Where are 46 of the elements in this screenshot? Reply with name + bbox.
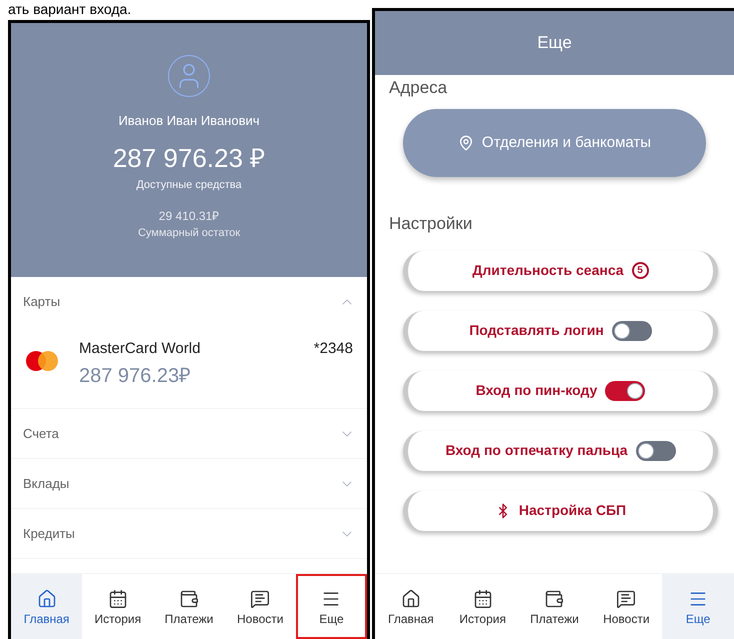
nav-tab[interactable]: Главная: [375, 574, 447, 639]
card-amount: 287 976.23₽: [79, 364, 192, 388]
settings-button[interactable]: Вход по отпечатку пальца: [403, 430, 718, 470]
calendar-icon: [108, 588, 128, 608]
chat-icon: [616, 588, 636, 608]
settings-button[interactable]: Подставлять логин: [403, 310, 718, 350]
settings-button[interactable]: Длительность сеанса 5: [403, 250, 718, 290]
nav-tab[interactable]: Еще: [662, 574, 734, 639]
nav-tab[interactable]: Новости: [224, 574, 296, 639]
section-title: Адреса: [389, 78, 448, 97]
settings-button[interactable]: Вход по пин-коду: [403, 370, 718, 410]
nav-tab[interactable]: История: [82, 574, 154, 639]
avatar-icon: [168, 55, 210, 97]
nav-tab[interactable]: История: [446, 574, 519, 639]
toggle-switch[interactable]: [612, 320, 652, 340]
screen-title: Еще: [537, 32, 572, 54]
section-header[interactable]: Кредиты: [11, 509, 367, 558]
nav-tab[interactable]: Новости: [590, 574, 662, 639]
toggle-switch[interactable]: [636, 440, 676, 460]
section-title: Настройки: [389, 213, 474, 235]
nav-tab[interactable]: Платежи: [153, 574, 225, 639]
card-name: MasterCard World: [79, 339, 202, 359]
user-name: Иванов Иван Иванович: [118, 112, 260, 130]
home-icon: [36, 588, 57, 608]
balance-amount: 287 976.23 ₽: [112, 144, 266, 170]
settings-button[interactable]: Настройка СБП: [403, 490, 718, 530]
map-pin-icon: [458, 135, 474, 151]
nav-tab[interactable]: Платежи: [518, 574, 590, 639]
nav-tab[interactable]: Еще: [296, 574, 367, 639]
toggle-switch[interactable]: [605, 380, 646, 400]
wallet-icon: [544, 588, 564, 608]
total-amount: 29 410.31₽: [158, 208, 220, 225]
card-number: *2348: [314, 339, 353, 359]
card-logo-icon: [25, 350, 59, 372]
total-label: Суммарный остаток: [138, 226, 240, 241]
section-header[interactable]: Карты: [11, 277, 367, 326]
nav-tab[interactable]: Главная: [11, 574, 82, 639]
balance-label: Доступные средства: [136, 178, 242, 192]
chat-icon: [250, 588, 270, 608]
document-text: ать вариант входа.: [8, 0, 132, 18]
calendar-icon: [472, 588, 493, 608]
section-header[interactable]: Вклады: [11, 459, 367, 508]
count-badge: 5: [632, 262, 649, 279]
wallet-icon: [179, 588, 199, 608]
home-icon: [400, 588, 421, 608]
section-header[interactable]: Счета: [11, 409, 367, 458]
